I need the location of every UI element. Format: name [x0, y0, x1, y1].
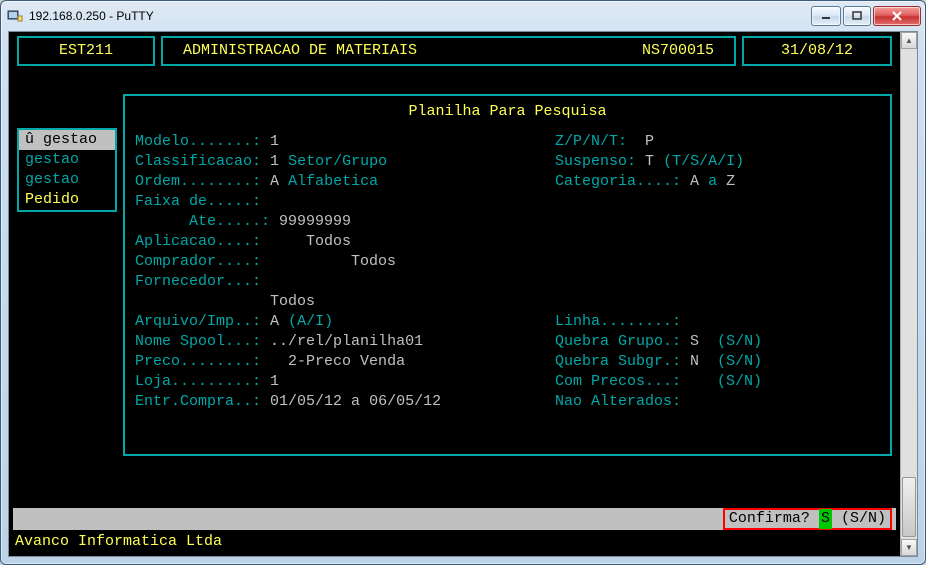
aplic-value[interactable]: Todos [306, 232, 351, 252]
sidebar-item-pedido[interactable]: Pedido [19, 190, 115, 210]
arq-label: Arquivo/Imp..: [135, 312, 261, 332]
preco-label: Preco........: [135, 352, 261, 372]
scroll-track[interactable] [901, 49, 917, 539]
susp-label: Suspenso: [555, 152, 636, 172]
sidebar-item-gestao-3[interactable]: gestao [19, 170, 115, 190]
modelo-label: Modelo.......: [135, 132, 261, 152]
qgrp-label: Quebra Grupo.: [555, 332, 681, 352]
terminal[interactable]: EST211 ADMINISTRACAO DE MATERIAIS NS7000… [9, 32, 900, 556]
categ-from[interactable]: A [690, 172, 699, 192]
header-code: EST211 [17, 36, 155, 66]
header-session: NS700015 [642, 41, 714, 61]
spool-label: Nome Spool...: [135, 332, 261, 352]
header-date: 31/08/12 [742, 36, 892, 66]
arq-value[interactable]: A [270, 312, 279, 332]
class-desc: Setor/Grupo [288, 152, 387, 172]
nalt-label: Nao Alterados: [555, 392, 681, 412]
compr-label: Comprador....: [135, 252, 261, 272]
scroll-thumb[interactable] [902, 477, 916, 537]
scrollbar[interactable]: ▲ ▼ [900, 32, 917, 556]
linha-label: Linha........: [555, 312, 681, 332]
status-bar: Confirma? S (S/N) [13, 508, 896, 530]
ordem-label: Ordem........: [135, 172, 261, 192]
sidebar-item-gestao-2[interactable]: gestao [19, 150, 115, 170]
confirm-opts: (S/N) [841, 509, 886, 529]
header-title: ADMINISTRACAO DE MATERIAIS NS700015 [161, 36, 736, 66]
sidebar-item-gestao-1[interactable]: û gestao [19, 130, 115, 150]
faixa-label: Faixa de.....: [135, 192, 261, 212]
preco-value[interactable]: 2-Preco Venda [288, 352, 405, 372]
loja-value[interactable]: 1 [270, 372, 279, 392]
confirm-value[interactable]: S [819, 509, 832, 529]
close-button[interactable] [873, 6, 921, 26]
cpre-opts: (S/N) [717, 372, 762, 392]
categ-label: Categoria....: [555, 172, 681, 192]
ate-label: Ate.....: [189, 212, 270, 232]
qsub-label: Quebra Subgr.: [555, 352, 681, 372]
header-title-text: ADMINISTRACAO DE MATERIAIS [183, 41, 417, 61]
spool-value[interactable]: ../rel/planilha01 [270, 332, 423, 352]
scroll-down-button[interactable]: ▼ [901, 539, 917, 556]
compr-value[interactable]: Todos [351, 252, 396, 272]
minimize-button[interactable] [811, 6, 841, 26]
footer-text: Avanco Informatica Ltda [15, 532, 222, 552]
ordem-desc: Alfabetica [288, 172, 378, 192]
cpre-label: Com Precos...: [555, 372, 681, 392]
zptn-label: Z/P/N/T: [555, 132, 627, 152]
panel-title: Planilha Para Pesquisa [125, 96, 890, 132]
scroll-up-button[interactable]: ▲ [901, 32, 917, 49]
qsub-opts: (S/N) [717, 352, 762, 372]
titlebar[interactable]: 192.168.0.250 - PuTTY [1, 1, 925, 31]
modelo-value[interactable]: 1 [270, 132, 279, 152]
confirm-prompt[interactable]: Confirma? S (S/N) [723, 508, 892, 530]
loja-label: Loja.........: [135, 372, 261, 392]
susp-opts: (T/S/A/I) [663, 152, 744, 172]
ate-value[interactable]: 99999999 [279, 212, 351, 232]
qsub-value[interactable]: N [690, 352, 699, 372]
entr-label: Entr.Compra..: [135, 392, 261, 412]
putty-window: 192.168.0.250 - PuTTY EST211 ADMINISTRAC… [0, 0, 926, 565]
class-label: Classificacao: [135, 152, 261, 172]
entr-value[interactable]: 01/05/12 a 06/05/12 [270, 392, 441, 412]
maximize-button[interactable] [843, 6, 871, 26]
qgrp-value[interactable]: S [690, 332, 699, 352]
window-title: 192.168.0.250 - PuTTY [29, 9, 154, 23]
form-panel: Planilha Para Pesquisa Modelo.......: 1 … [123, 94, 892, 456]
susp-value[interactable]: T [645, 152, 654, 172]
categ-to[interactable]: Z [726, 172, 735, 192]
forn-label: Fornecedor...: [135, 272, 261, 292]
qgrp-opts: (S/N) [717, 332, 762, 352]
aplic-label: Aplicacao....: [135, 232, 261, 252]
sidebar-menu: û gestao gestao gestao Pedido [17, 128, 117, 212]
forn-value[interactable]: Todos [270, 292, 315, 312]
terminal-area: EST211 ADMINISTRACAO DE MATERIAIS NS7000… [8, 31, 918, 557]
ordem-value[interactable]: A [270, 172, 279, 192]
zptn-value[interactable]: P [645, 132, 654, 152]
putty-icon [7, 8, 23, 24]
class-value[interactable]: 1 [270, 152, 279, 172]
confirm-label: Confirma? [729, 509, 810, 529]
arq-opts: (A/I) [288, 312, 333, 332]
